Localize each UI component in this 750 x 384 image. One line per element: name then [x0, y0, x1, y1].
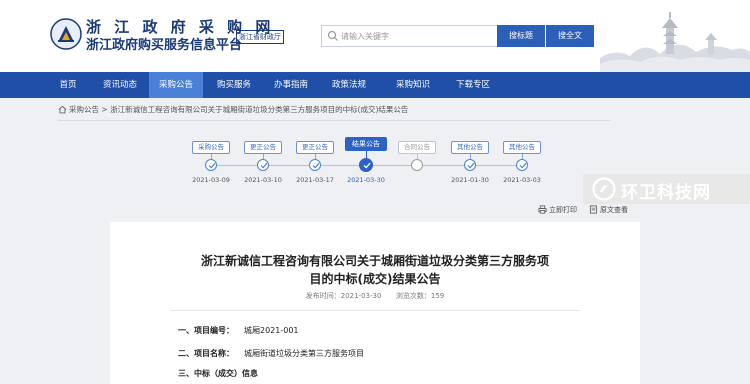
- timeline-step-marker: [516, 159, 528, 171]
- view-original-button[interactable]: 原文查看: [600, 205, 628, 215]
- search-input[interactable]: [341, 26, 491, 46]
- nav-item-procurement-notices[interactable]: 采购公告: [149, 72, 203, 98]
- timeline-stem: [366, 151, 367, 158]
- timeline-step-label[interactable]: 其他公告: [451, 141, 489, 154]
- publish-time-label: 发布时间：: [305, 292, 341, 300]
- timeline-step-date: 2021-01-30: [451, 176, 489, 184]
- article-title-line2: 目的中标(成交)结果公告: [309, 272, 441, 286]
- article-card: 浙江新诚信工程咨询有限公司关于城厢街道垃圾分类第三方服务项 目的中标(成交)结果…: [110, 222, 640, 384]
- breadcrumb: 采购公告 > 浙江新诚信工程咨询有限公司关于城厢街道垃圾分类第三方服务项目的中标…: [69, 104, 408, 116]
- article-title-line1: 浙江新诚信工程咨询有限公司关于城厢街道垃圾分类第三方服务项: [200, 254, 549, 268]
- nav-item-purchase-services[interactable]: 购买服务: [207, 72, 261, 98]
- timeline-step-label[interactable]: 合同公告: [398, 141, 436, 154]
- breadcrumb-separator: >: [101, 105, 108, 114]
- check-icon: [519, 162, 527, 169]
- site-subtitle: 浙江政府购买服务信息平台: [86, 38, 243, 53]
- timeline-step-marker: [309, 159, 321, 171]
- article-meta: 发布时间：2021-03-30 浏览次数：159: [110, 291, 640, 301]
- search-title-button[interactable]: 搜标题: [497, 25, 545, 47]
- site-header: 浙 江 政 府 采 购 网 浙江政府购买服务信息平台 浙江省财政厅 搜标题 搜全…: [0, 0, 750, 72]
- breadcrumb-divider: [58, 120, 611, 121]
- section-key: 三、中标（成交）信息: [178, 369, 258, 378]
- nav-item-home[interactable]: 首页: [48, 72, 88, 98]
- timeline-step-label[interactable]: 采购公告: [192, 141, 230, 154]
- timeline-step-marker-active: [359, 158, 373, 172]
- check-icon: [260, 162, 268, 169]
- nav-item-news[interactable]: 资讯动态: [94, 72, 146, 98]
- timeline-step-marker-pending: [411, 159, 423, 171]
- breadcrumb-root-link[interactable]: 采购公告: [69, 105, 99, 114]
- nav-item-knowledge[interactable]: 采购知识: [384, 72, 442, 98]
- timeline-step-marker: [205, 159, 217, 171]
- timeline-step-label[interactable]: 更正公告: [296, 141, 334, 154]
- nav-item-guide[interactable]: 办事指南: [264, 72, 318, 98]
- breadcrumb-current: 浙江新诚信工程咨询有限公司关于城厢街道垃圾分类第三方服务项目的中标(成交)结果公…: [110, 105, 409, 114]
- timeline-step-date: 2021-03-30: [347, 176, 385, 184]
- dept-badge: 浙江省财政厅: [236, 30, 284, 44]
- timeline-step-date: 2021-03-03: [503, 176, 541, 184]
- timeline-step-date: 2021-03-09: [192, 176, 230, 184]
- timeline-step-label[interactable]: 更正公告: [244, 141, 282, 154]
- watermark-text: 环卫科技网: [621, 183, 711, 203]
- check-icon: [312, 162, 320, 169]
- print-button[interactable]: 立即打印: [549, 205, 577, 215]
- timeline-step-date: 2021-03-10: [244, 176, 282, 184]
- timeline-step-marker: [464, 159, 476, 171]
- article-section-project-number: 一、项目编号： 城厢2021-001: [178, 325, 299, 336]
- search-fulltext-button[interactable]: 搜全文: [546, 25, 594, 47]
- view-count-label: 浏览次数：: [395, 292, 431, 300]
- publish-time-value: 2021-03-30: [340, 292, 382, 300]
- article-divider: [170, 310, 580, 311]
- timeline-step-label-active[interactable]: 结果公告: [345, 137, 387, 151]
- print-icon[interactable]: [538, 205, 547, 214]
- nav-item-downloads[interactable]: 下载专区: [446, 72, 500, 98]
- section-value: 城厢街道垃圾分类第三方服务项目: [244, 349, 364, 358]
- home-icon: [58, 105, 67, 114]
- main-nav: 首页 资讯动态 采购公告 购买服务 办事指南 政策法规 采购知识 下载专区: [0, 72, 750, 98]
- watermark-logo-icon: [592, 177, 616, 201]
- search-icon: [327, 30, 338, 41]
- nav-item-policies[interactable]: 政策法规: [322, 72, 376, 98]
- check-icon: [467, 162, 475, 169]
- article-section-winner-info: 三、中标（成交）信息: [178, 368, 258, 379]
- check-icon: [208, 162, 216, 169]
- section-key: 二、项目名称：: [178, 349, 234, 358]
- timeline-step-date: 2021-03-17: [296, 176, 334, 184]
- document-view-icon[interactable]: [589, 205, 598, 214]
- timeline-step-marker: [257, 159, 269, 171]
- landscape-pagoda-illustration: [600, 12, 750, 72]
- article-section-project-name: 二、项目名称： 城厢街道垃圾分类第三方服务项目: [178, 348, 364, 359]
- section-value: 城厢2021-001: [244, 326, 299, 335]
- view-count-value: 159: [430, 292, 445, 300]
- site-logo-icon[interactable]: [50, 18, 82, 50]
- check-icon: [363, 162, 370, 169]
- section-key: 一、项目编号：: [178, 326, 234, 335]
- timeline-step-label[interactable]: 其他公告: [503, 141, 541, 154]
